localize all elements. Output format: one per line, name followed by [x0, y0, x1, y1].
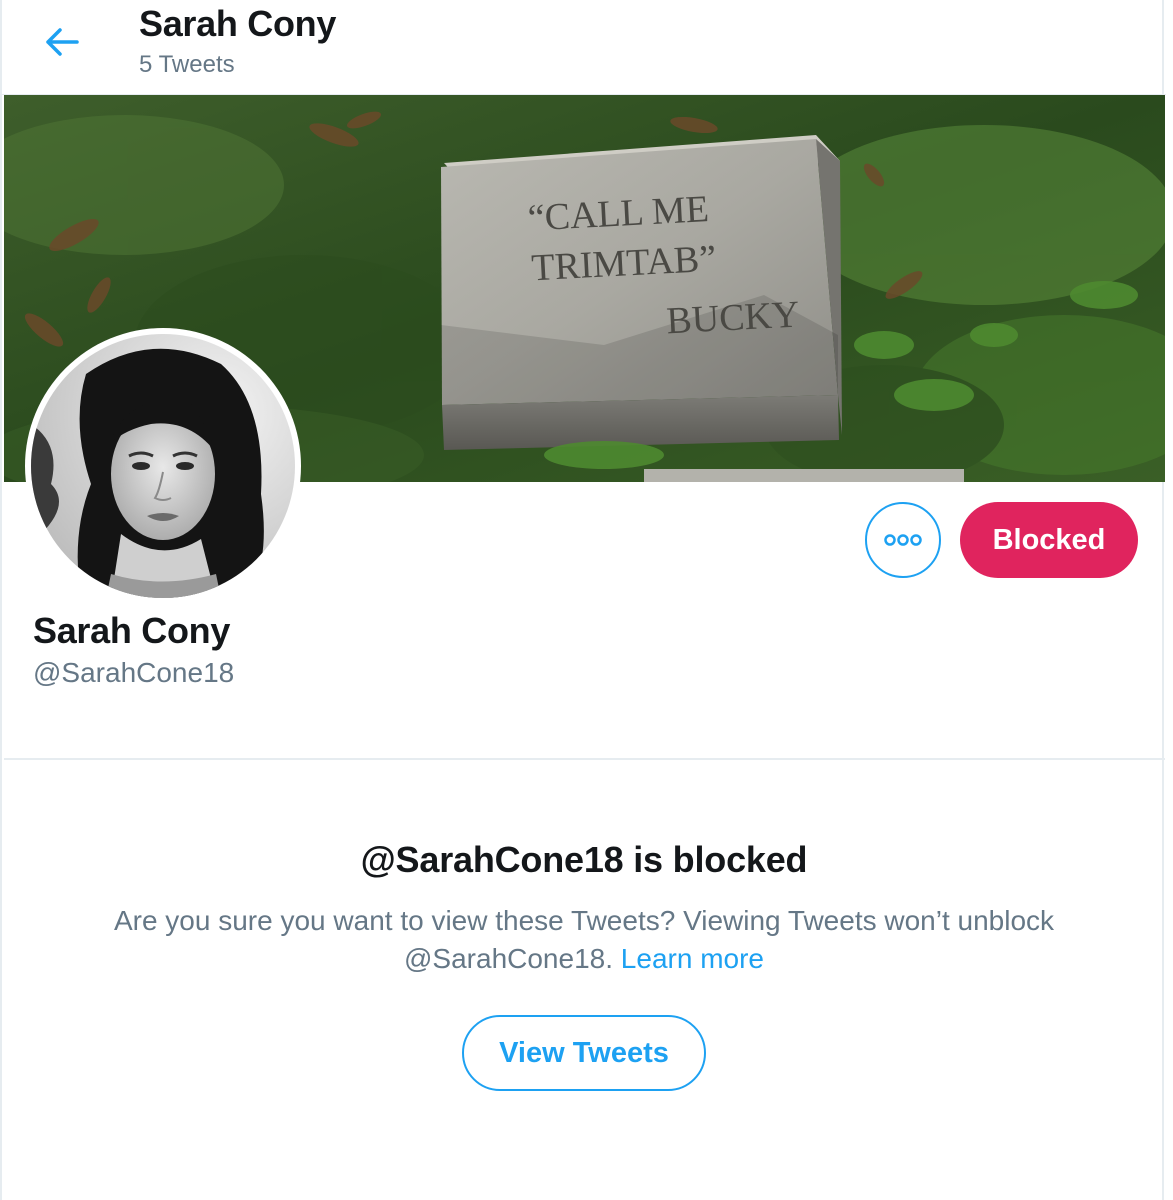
banner-inscription-3: BUCKY: [665, 293, 800, 342]
view-tweets-button[interactable]: View Tweets: [462, 1015, 706, 1091]
blocked-notice-text: Are you sure you want to view these Twee…: [113, 905, 1055, 974]
blocked-button[interactable]: Blocked: [960, 502, 1138, 578]
more-dots-icon: [884, 534, 922, 546]
profile-column: Sarah Cony 5 Tweets “CALL ME TRIMTAB” BU…: [0, 0, 1166, 1200]
blocked-notice-body: Are you sure you want to view these Twee…: [62, 902, 1106, 978]
blocked-notice-title: @SarahCone18 is blocked: [360, 839, 808, 880]
profile-display-name: Sarah Cony: [33, 610, 231, 651]
arrow-left-icon: [46, 28, 79, 56]
profile-header: Sarah Cony 5 Tweets: [2, 0, 1166, 95]
avatar-image: [31, 334, 295, 598]
more-options-button[interactable]: [865, 502, 941, 578]
tweet-count: 5 Tweets: [139, 51, 235, 78]
back-button[interactable]: [32, 18, 92, 66]
learn-more-link[interactable]: Learn more: [621, 943, 764, 974]
profile-avatar[interactable]: [25, 328, 301, 604]
profile-handle: @SarahCone18: [33, 657, 235, 688]
section-divider: [4, 758, 1165, 760]
header-title: Sarah Cony: [139, 3, 337, 44]
